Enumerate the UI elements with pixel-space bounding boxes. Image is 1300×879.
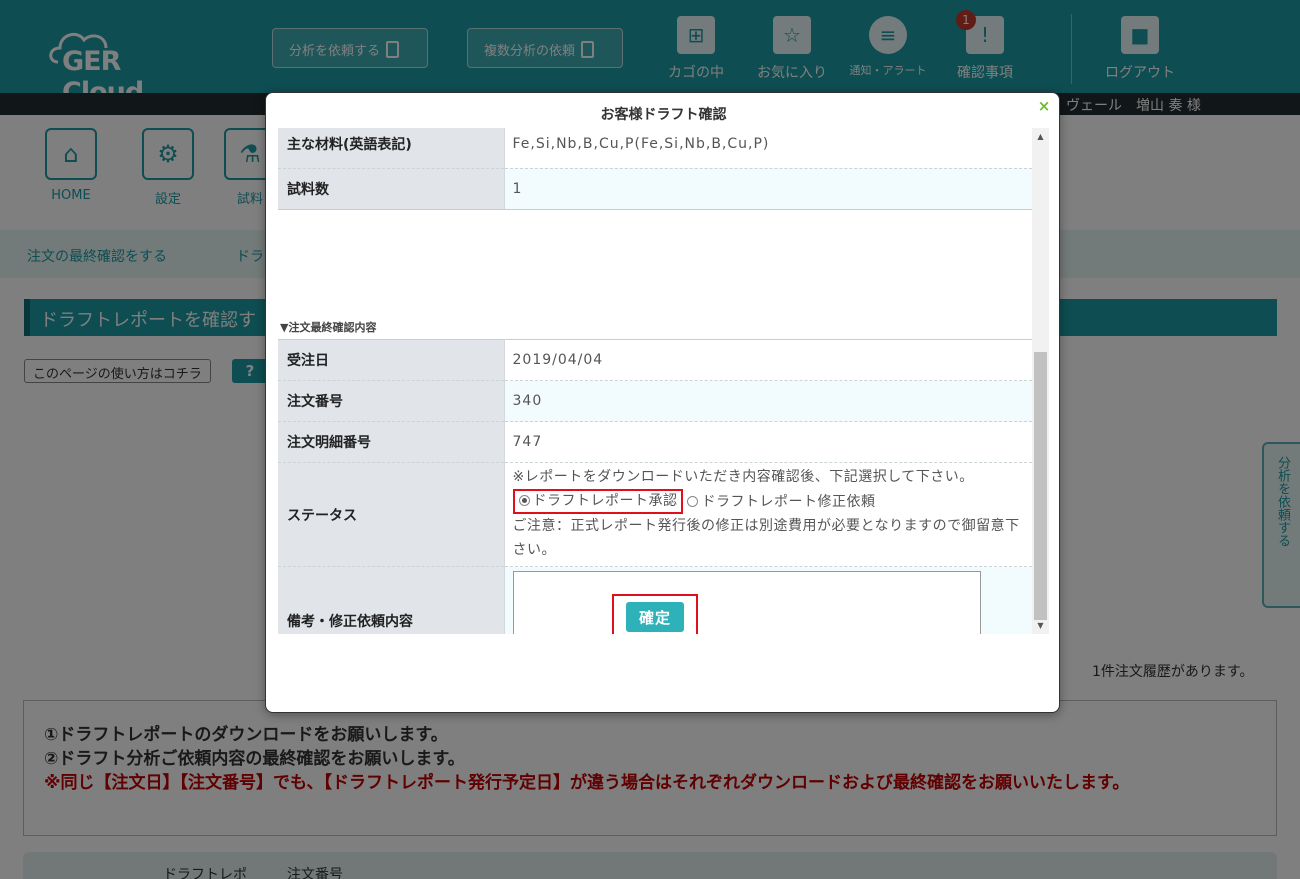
remarks-textarea[interactable] (512, 570, 981, 634)
row-value-order-date: 2019/04/04 (503, 339, 1032, 381)
radio-approve[interactable]: ドラフトレポート承認 (512, 489, 683, 514)
table-row: 注文明細番号 747 (278, 421, 1032, 463)
radio-approve-label: ドラフトレポート承認 (532, 493, 678, 509)
radio-checked-icon (518, 495, 530, 506)
row-value-detail-number: 747 (503, 421, 1032, 463)
modal-title: お客様ドラフト確認 (600, 107, 727, 123)
scrollbar-thumb[interactable] (1034, 352, 1047, 620)
status-instruction: ※レポートをダウンロードいただき内容確認後、下記選択して下さい。 (512, 469, 974, 485)
row-label-sample-count: 試料数 (278, 167, 504, 210)
close-icon[interactable]: × (1036, 97, 1052, 115)
row-value-remarks (503, 566, 1032, 634)
row-label-remarks: 備考・修正依頼内容 (278, 566, 504, 634)
table-row: 受注日 2019/04/04 (278, 339, 1032, 381)
scroll-up-icon[interactable]: ▲ (1032, 128, 1049, 145)
section-heading: ▼注文最終確認内容 (280, 321, 377, 334)
confirm-button[interactable]: 確定 (626, 602, 684, 632)
table-row: 主な材料(英語表記) Fe,Si,Nb,B,Cu,P(Fe,Si,Nb,B,Cu… (278, 128, 1032, 168)
status-radio-group: ドラフトレポート承認 ドラフトレポート修正依頼 (512, 489, 1033, 514)
confirm-highlight: 確定 (612, 594, 698, 634)
row-label-order-number: 注文番号 (278, 380, 504, 422)
row-label-material: 主な材料(英語表記) (278, 128, 504, 168)
modal-scrollbar[interactable]: ▲ ▼ (1032, 128, 1049, 634)
scroll-down-icon[interactable]: ▼ (1032, 617, 1049, 634)
row-label-order-date: 受注日 (278, 339, 504, 381)
radio-revise-label: ドラフトレポート修正依頼 (701, 493, 876, 510)
radio-revise[interactable]: ドラフトレポート修正依頼 (687, 490, 875, 514)
draft-confirm-modal: お客様ドラフト確認 × 主な材料(英語表記) Fe,Si,Nb,B,Cu,P(F… (265, 92, 1060, 713)
table-row: 試料数 1 (278, 167, 1032, 210)
modal-scroll-area[interactable]: 主な材料(英語表記) Fe,Si,Nb,B,Cu,P(Fe,Si,Nb,B,Cu… (278, 128, 1049, 634)
row-value-material: Fe,Si,Nb,B,Cu,P(Fe,Si,Nb,B,Cu,P) (503, 128, 1032, 168)
material-table: 主な材料(英語表記) Fe,Si,Nb,B,Cu,P(Fe,Si,Nb,B,Cu… (278, 128, 1032, 210)
row-value-status: ※レポートをダウンロードいただき内容確認後、下記選択して下さい。 ドラフトレポー… (503, 462, 1033, 567)
row-label-status: ステータス (278, 462, 504, 567)
table-row: 注文番号 340 (278, 380, 1032, 422)
radio-unchecked-icon (687, 495, 699, 507)
status-caution: ご注意：正式レポート発行後の修正は別途費用が必要となりますので御留意下さい。 (512, 518, 1020, 558)
order-confirm-table: 受注日 2019/04/04 注文番号 340 注文明細番号 747 ステータス… (278, 339, 1032, 634)
row-value-sample-count: 1 (503, 167, 1032, 210)
table-row: ステータス ※レポートをダウンロードいただき内容確認後、下記選択して下さい。 ド… (278, 462, 1033, 567)
row-value-order-number: 340 (503, 380, 1032, 422)
status-box: ※レポートをダウンロードいただき内容確認後、下記選択して下さい。 ドラフトレポー… (512, 463, 1033, 566)
row-label-detail-number: 注文明細番号 (278, 421, 504, 463)
